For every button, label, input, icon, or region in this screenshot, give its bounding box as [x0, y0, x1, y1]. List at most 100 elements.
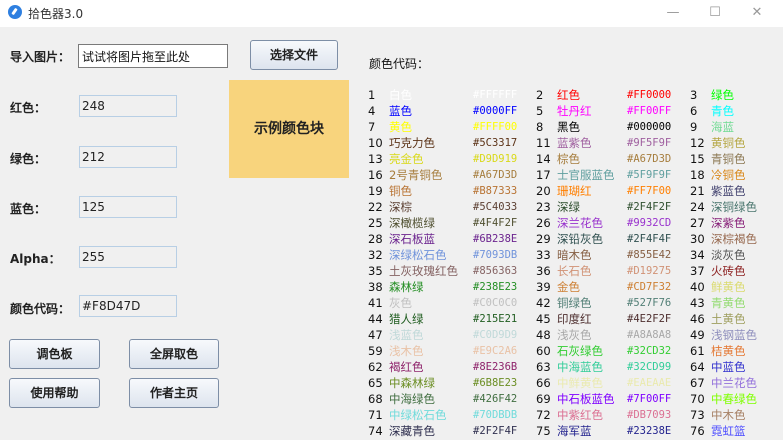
- color-name: 中海蓝色: [557, 360, 603, 374]
- import-label: 导入图片：: [10, 50, 71, 64]
- color-hex-code: #FF00FF: [627, 105, 672, 117]
- red-label: 红色：: [10, 101, 47, 115]
- minimize-button[interactable]: —: [656, 0, 690, 27]
- color-code-row: 32深绿松石色#7093DB33暗木色#855E4234淡灰色#545454: [368, 247, 783, 263]
- color-code-row: 44猎人绿#215E2145印度红#4E2F2F46土黄色#9F9F5F: [368, 311, 783, 327]
- color-number: 68: [368, 392, 383, 406]
- color-name: 中森林绿: [389, 376, 435, 390]
- color-number: 35: [368, 264, 383, 278]
- color-code-row: 38森林绿#238E2339金色#CD7F3240鲜黄色#DBDB70: [368, 279, 783, 295]
- color-number: 76: [690, 424, 705, 438]
- color-name: 深藏青色: [389, 424, 435, 438]
- color-code-row: 68中海绿色#426F4269中石板蓝色#7F00FF70中春绿色#7FFF00: [368, 391, 783, 407]
- color-name: 紫蓝色: [711, 184, 746, 198]
- color-name: 暗木色: [557, 248, 592, 262]
- help-button[interactable]: 使用帮助: [9, 378, 100, 408]
- color-number: 27: [690, 216, 705, 230]
- color-number: 74: [368, 424, 383, 438]
- color-name: 火砖色: [711, 264, 746, 278]
- color-name: 海军蓝: [557, 424, 592, 438]
- color-hex-code: #FFFFFF: [473, 89, 518, 101]
- color-code-row: 7黄色#FFFF008黑色#0000009海蓝#70DB93: [368, 119, 783, 135]
- color-number: 62: [368, 360, 383, 374]
- color-name: 长石色: [557, 264, 592, 278]
- color-code-list: 1白色#FFFFFF2红色#FF00003绿色#00FF004蓝色#0000FF…: [368, 87, 783, 440]
- color-hex-code: #6B8E23: [473, 377, 518, 389]
- close-button[interactable]: ✕: [740, 0, 774, 27]
- color-code-row: 28深石板蓝#6B238E29深铅灰色#2F4F4F30深棕褐色#97694F: [368, 231, 783, 247]
- color-number: 30: [690, 232, 705, 246]
- color-name: 牡丹红: [557, 104, 592, 118]
- image-path-input[interactable]: [78, 44, 228, 68]
- fullscreen-pick-button[interactable]: 全屏取色: [129, 339, 219, 369]
- color-name: 深绿松石色: [389, 248, 447, 262]
- color-hex-code: #2F4F2F: [627, 201, 672, 213]
- select-file-button[interactable]: 选择文件: [250, 40, 338, 70]
- color-hex-code: #000000: [627, 121, 672, 133]
- color-name: 浅灰色: [557, 328, 592, 342]
- color-number: 2: [536, 88, 544, 102]
- eyedropper-icon: [8, 5, 22, 19]
- color-hex-code: #DB7093: [627, 409, 672, 421]
- color-hex-code: #5C4033: [473, 201, 518, 213]
- color-hex-code: #8E236B: [473, 361, 518, 373]
- color-code-row: 47浅蓝色#C0D9D948浅灰色#A8A8A849浅钢蓝色#8F8FBD: [368, 327, 783, 343]
- color-name: 浅蓝色: [389, 328, 424, 342]
- color-number: 8: [536, 120, 544, 134]
- color-name: 中蓝色: [711, 360, 746, 374]
- color-hex-code: #426F42: [473, 393, 518, 405]
- color-number: 45: [536, 312, 551, 326]
- color-name: 猎人绿: [389, 312, 424, 326]
- color-name: 褐红色: [389, 360, 424, 374]
- color-name: 青色: [711, 104, 734, 118]
- author-homepage-button[interactable]: 作者主页: [129, 378, 219, 408]
- color-number: 23: [536, 200, 551, 214]
- color-number: 1: [368, 88, 376, 102]
- color-number: 9: [690, 120, 698, 134]
- color-name: 灰色: [389, 296, 412, 310]
- color-hex-code: #4F4F2F: [473, 217, 518, 229]
- color-number: 3: [690, 88, 698, 102]
- color-hex-code: #E9C2A6: [473, 345, 518, 357]
- color-number: 14: [536, 152, 551, 166]
- color-hex-code: #A8A8A8: [627, 329, 672, 341]
- color-hex-code: #0000FF: [473, 105, 518, 117]
- color-name: 土黄色: [711, 312, 746, 326]
- palette-button[interactable]: 调色板: [9, 339, 100, 369]
- color-number: 5: [536, 104, 544, 118]
- color-name: 淡灰色: [711, 248, 746, 262]
- color-name: 海蓝: [711, 120, 734, 134]
- color-name: 金色: [557, 280, 580, 294]
- sample-color-swatch: 示例颜色块: [229, 80, 349, 178]
- color-name: 黄色: [389, 120, 412, 134]
- color-number: 42: [536, 296, 551, 310]
- color-code-field: #F8D47D: [79, 295, 177, 317]
- color-hex-code: #FF7F00: [627, 185, 672, 197]
- maximize-button[interactable]: ☐: [698, 0, 732, 27]
- color-name: 深兰花色: [557, 216, 603, 230]
- red-value-field: 248: [79, 95, 177, 117]
- color-name: 中鲜黄色: [557, 376, 603, 390]
- color-number: 37: [690, 264, 705, 278]
- window-title: 拾色器3.0: [28, 7, 84, 21]
- color-name: 铜色: [389, 184, 412, 198]
- color-number: 36: [536, 264, 551, 278]
- color-number: 69: [536, 392, 551, 406]
- color-code-row: 19铜色#B8733320珊瑚红#FF7F0021紫蓝色#42426F: [368, 183, 783, 199]
- color-name: 森林绿: [389, 280, 424, 294]
- color-number: 4: [368, 104, 376, 118]
- color-number: 10: [368, 136, 383, 150]
- color-number: 43: [690, 296, 705, 310]
- color-name: 绿色: [711, 88, 734, 102]
- color-name: 印度红: [557, 312, 592, 326]
- color-hex-code: #CD7F32: [627, 281, 672, 293]
- color-name: 深棕褐色: [711, 232, 757, 246]
- color-code-row: 35土灰玫瑰红色#85636336长石色#D1927537火砖色#8E2323: [368, 263, 783, 279]
- color-number: 6: [690, 104, 698, 118]
- color-number: 70: [690, 392, 705, 406]
- color-hex-code: #D9D919: [473, 153, 518, 165]
- color-code-label: 颜色代码：: [10, 302, 71, 316]
- color-name: 巧克力色: [389, 136, 435, 150]
- color-number: 59: [368, 344, 383, 358]
- color-name: 2号青铜色: [389, 168, 443, 182]
